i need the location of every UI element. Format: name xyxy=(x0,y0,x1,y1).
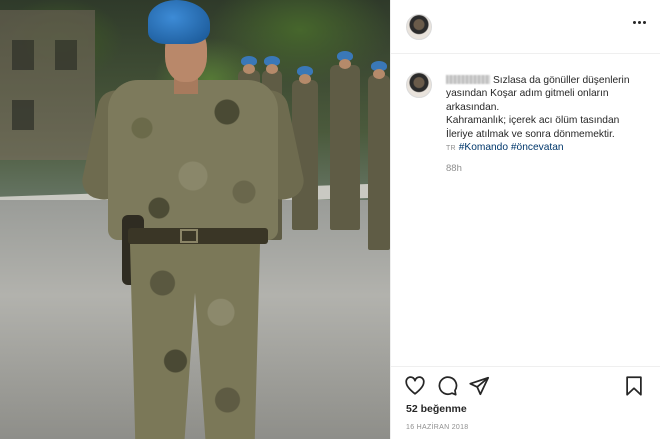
avatar-icon[interactable] xyxy=(406,72,432,98)
more-options-icon[interactable] xyxy=(633,21,647,25)
avatar-icon[interactable] xyxy=(406,14,432,40)
share-button[interactable] xyxy=(468,375,492,399)
caption-text: tavuz6661Sızlasa da gönüller düşenlerin … xyxy=(446,74,646,176)
hashtag-komando[interactable]: #Komando xyxy=(459,142,508,153)
post-date: 16 HAZİRAN 2018 xyxy=(406,424,469,431)
main-soldier xyxy=(79,0,307,439)
beret xyxy=(148,0,210,44)
post-photo[interactable] xyxy=(0,0,390,439)
action-bar xyxy=(391,366,660,406)
post-age[interactable]: 88h xyxy=(446,162,646,175)
post-sidebar: tavuz6661Sızlasa da gönüller düşenlerin … xyxy=(390,0,660,439)
language-tag: TR xyxy=(446,145,456,153)
save-button[interactable] xyxy=(623,375,647,399)
caption-line-2: Kahramanlık; içerek acı ölüm tasından İl… xyxy=(446,115,620,140)
comment-button[interactable] xyxy=(436,375,460,399)
username-link[interactable]: tavuz6661 xyxy=(446,75,490,84)
comment-bubble-icon xyxy=(438,376,458,396)
bookmark-outline-icon xyxy=(626,376,642,396)
hashtag-oncevatan[interactable]: #öncevatan xyxy=(511,142,564,153)
instagram-post: tavuz6661Sızlasa da gönüller düşenlerin … xyxy=(0,0,660,439)
post-header xyxy=(391,0,660,54)
paper-plane-icon xyxy=(469,376,490,396)
like-count[interactable]: 52 beğenme xyxy=(406,403,467,415)
heart-outline-icon xyxy=(405,376,425,395)
like-button[interactable] xyxy=(404,375,428,399)
